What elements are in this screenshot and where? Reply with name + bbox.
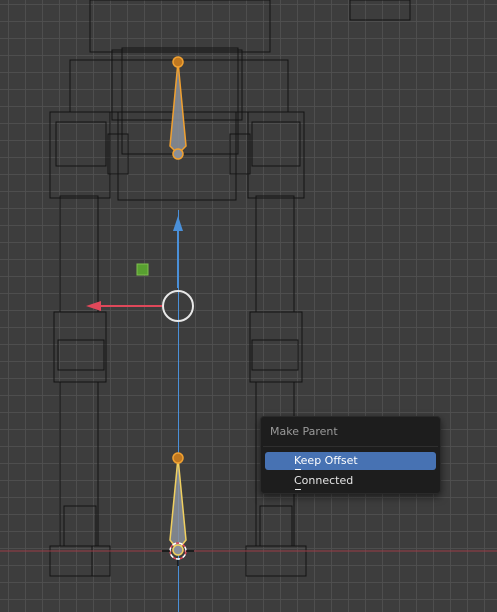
mesh-head bbox=[89, 0, 271, 53]
transform-gizmo[interactable] bbox=[86, 216, 194, 322]
mesh-left-knee bbox=[53, 311, 107, 383]
gizmo-plane-handle[interactable] bbox=[136, 263, 149, 276]
mesh-right-knee bbox=[249, 311, 303, 383]
mesh-left-shin bbox=[59, 381, 99, 547]
menu-item-label: Connected bbox=[294, 474, 354, 487]
make-parent-menu: Make Parent Keep Offset Connected bbox=[260, 416, 441, 494]
mesh-right-ankle bbox=[259, 505, 293, 547]
mesh-right-knee-inner bbox=[251, 339, 299, 371]
3d-viewport[interactable]: Make Parent Keep Offset Connected bbox=[0, 0, 497, 612]
gizmo-y-arrow-icon[interactable] bbox=[173, 216, 183, 231]
menu-separator bbox=[263, 446, 438, 447]
mesh-right-thigh bbox=[255, 195, 295, 313]
mesh-left-ankle bbox=[63, 505, 97, 547]
mesh-left-knee-inner bbox=[57, 339, 105, 371]
viewport-scene[interactable] bbox=[0, 0, 497, 612]
mesh-left-thigh bbox=[59, 195, 99, 313]
mesh-part bbox=[349, 0, 411, 21]
mesh-right-hip-inner bbox=[251, 121, 301, 167]
mesh-left-hip-inner bbox=[55, 121, 107, 167]
menu-item-connected[interactable]: Connected bbox=[265, 472, 436, 490]
menu-item-label: Keep Offset bbox=[294, 454, 358, 467]
mesh-left-hip bbox=[49, 111, 111, 199]
menu-title: Make Parent bbox=[270, 425, 338, 438]
gizmo-x-arrow-icon[interactable] bbox=[86, 301, 101, 311]
mesh-right-hip bbox=[247, 111, 305, 199]
lower-bone[interactable] bbox=[169, 452, 187, 556]
upper-bone[interactable] bbox=[169, 56, 187, 160]
menu-item-keep-offset[interactable]: Keep Offset bbox=[265, 452, 436, 470]
